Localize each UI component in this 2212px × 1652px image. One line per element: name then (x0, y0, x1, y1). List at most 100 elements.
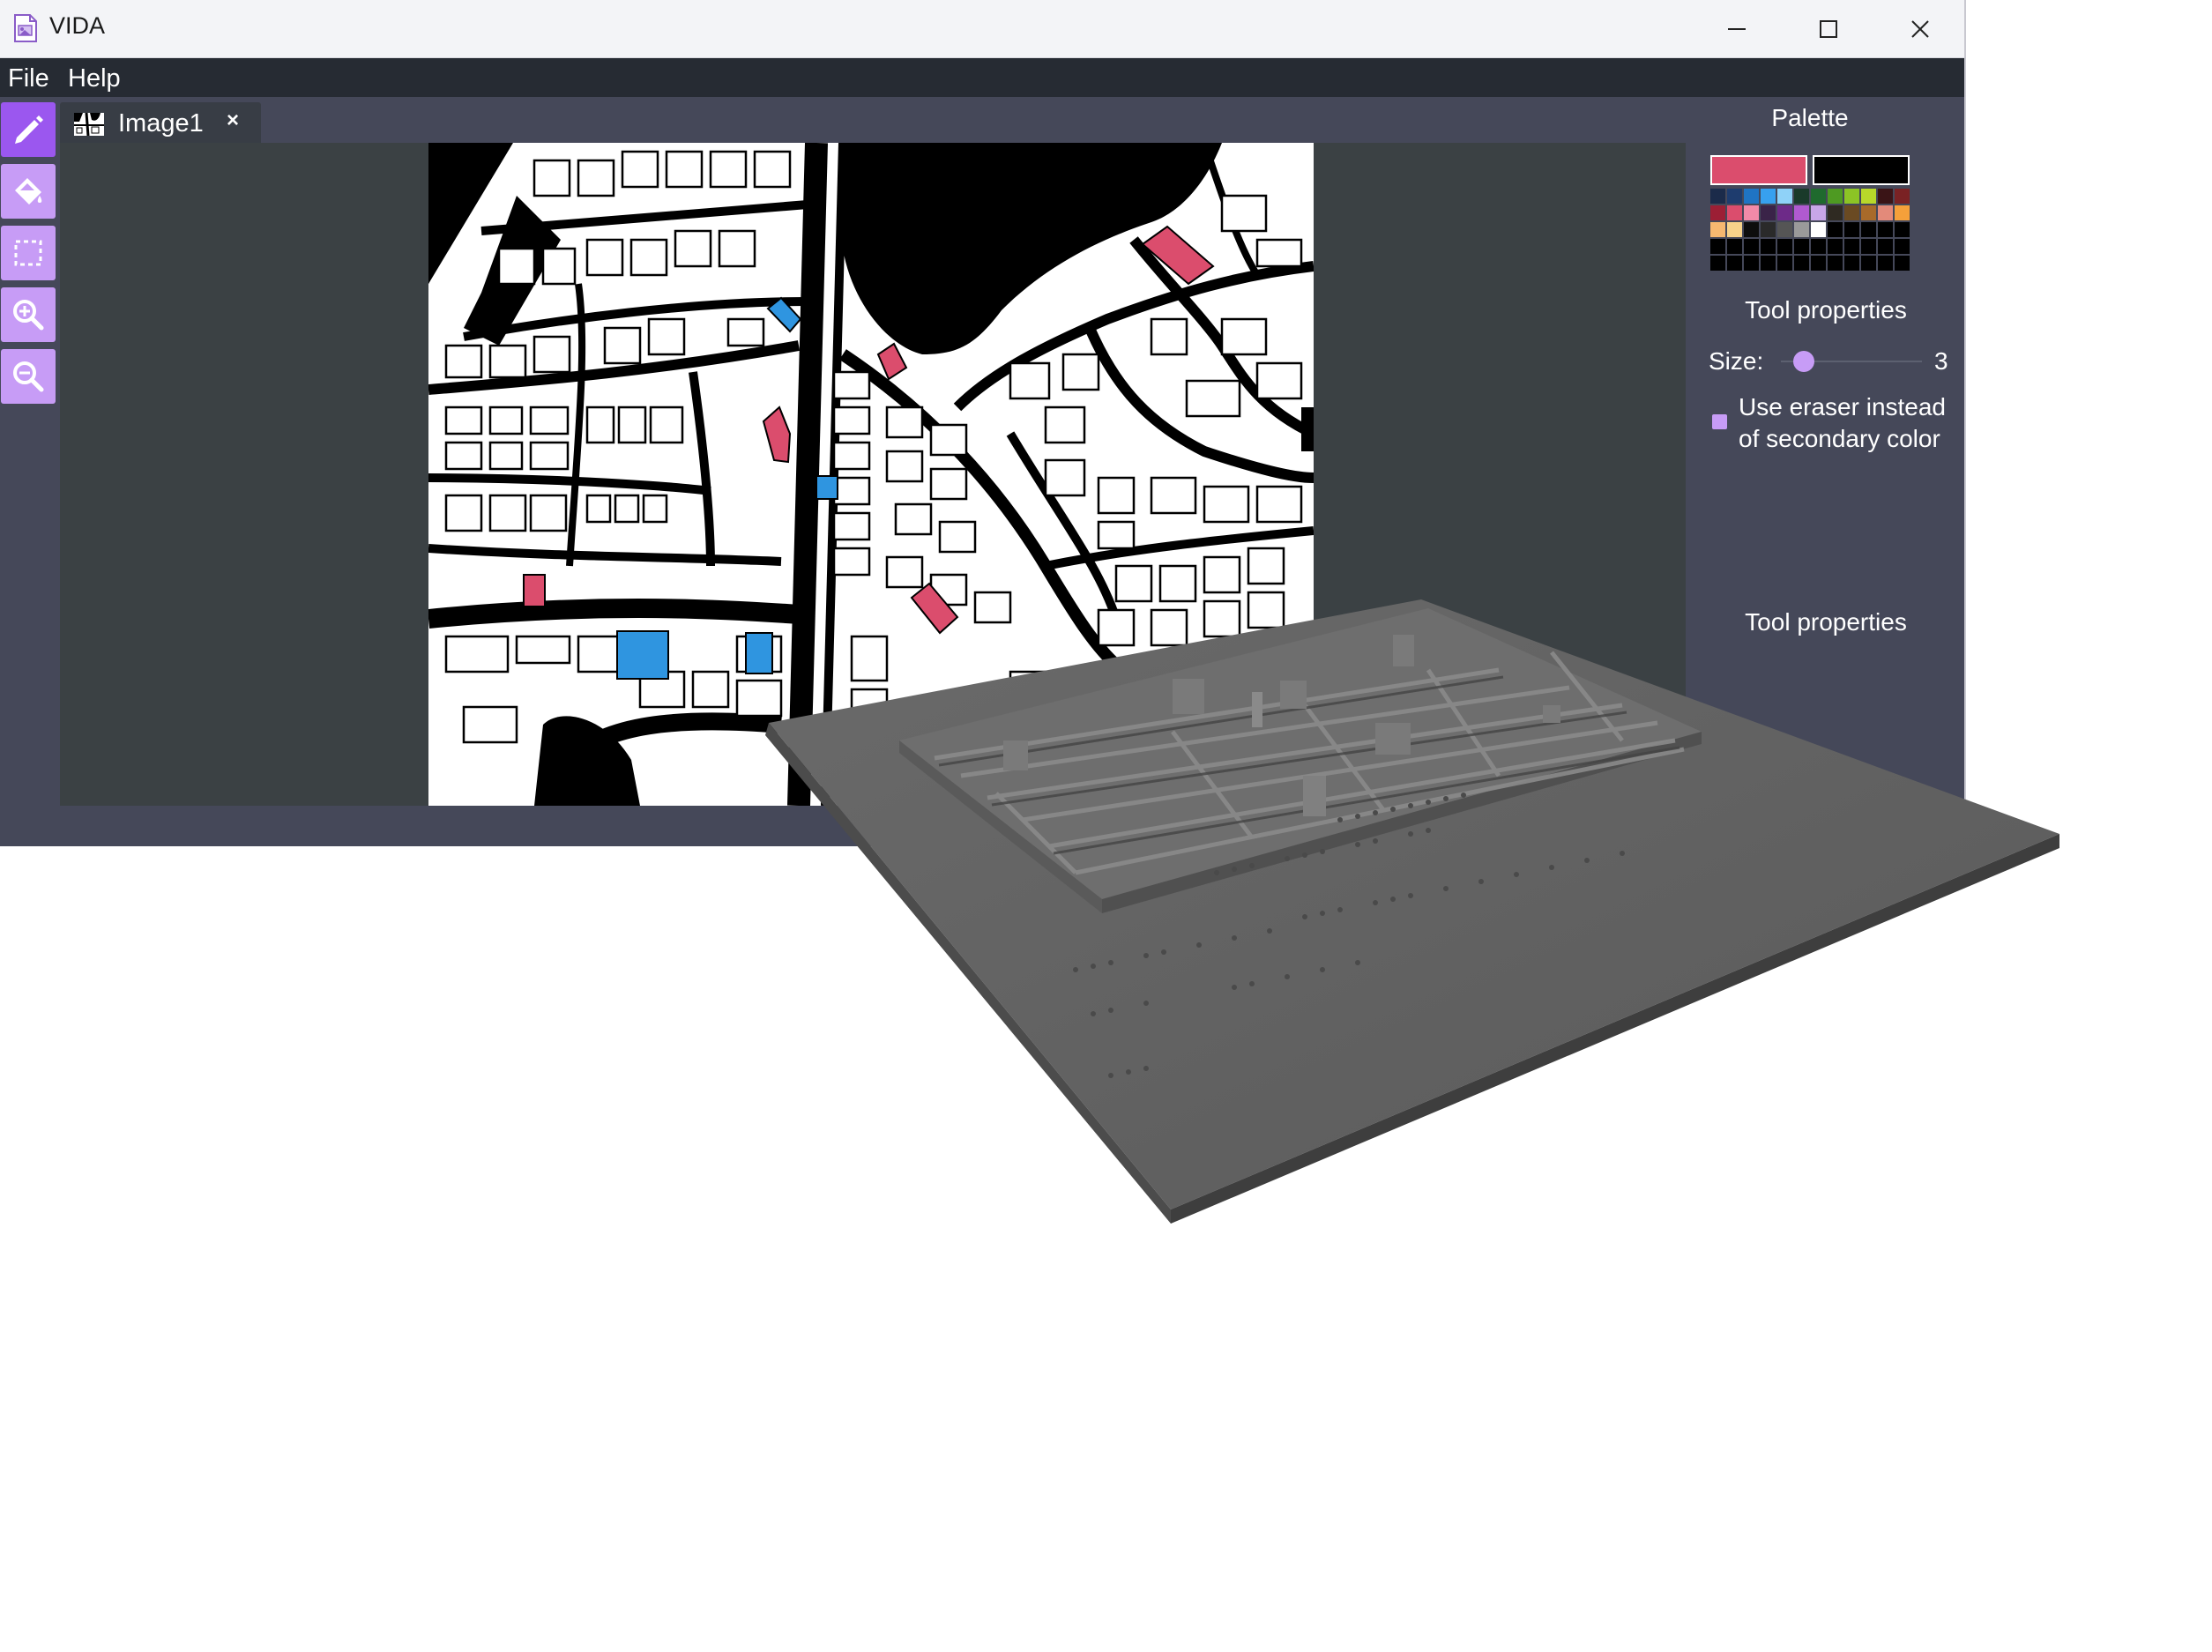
map-thumbnail-icon (74, 113, 104, 136)
palette-swatch[interactable] (1878, 189, 1893, 204)
palette-swatch[interactable] (1861, 205, 1876, 220)
selection-icon (14, 240, 42, 266)
palette-swatch[interactable] (1710, 222, 1725, 237)
palette-swatch[interactable] (1744, 205, 1759, 220)
palette-swatch[interactable] (1727, 239, 1742, 254)
image-file-icon (14, 14, 37, 42)
menu-file[interactable]: File (8, 58, 49, 97)
fill-tool-button[interactable] (1, 164, 56, 219)
close-window-button[interactable] (1874, 0, 1966, 58)
palette-swatch[interactable] (1794, 239, 1809, 254)
palette-swatch[interactable] (1828, 256, 1843, 271)
pencil-tool-button[interactable] (1, 102, 56, 157)
palette-swatch[interactable] (1761, 222, 1776, 237)
palette-swatch[interactable] (1744, 256, 1759, 271)
palette-swatch[interactable] (1895, 239, 1910, 254)
map-drawing-canvas[interactable] (428, 143, 1314, 806)
palette-swatch[interactable] (1761, 239, 1776, 254)
menu-bar: File Help (0, 58, 1964, 97)
palette-swatch[interactable] (1844, 256, 1859, 271)
maximize-button[interactable] (1783, 0, 1874, 58)
palette-swatch[interactable] (1777, 189, 1792, 204)
palette-heading: Palette (1771, 104, 1849, 131)
palette-grid (1710, 189, 1910, 271)
palette-swatch[interactable] (1777, 205, 1792, 220)
palette-swatch[interactable] (1777, 239, 1792, 254)
palette-swatch[interactable] (1777, 256, 1792, 271)
size-value: 3 (1934, 347, 1948, 375)
palette-swatch[interactable] (1844, 189, 1859, 204)
palette-swatch[interactable] (1844, 205, 1859, 220)
palette-swatch[interactable] (1861, 222, 1876, 237)
maximize-icon (1820, 20, 1837, 38)
size-slider-thumb[interactable] (1793, 351, 1814, 372)
palette-swatch[interactable] (1844, 222, 1859, 237)
palette-swatch[interactable] (1828, 239, 1843, 254)
palette-swatch[interactable] (1744, 239, 1759, 254)
palette-swatch[interactable] (1828, 205, 1843, 220)
palette-swatch[interactable] (1794, 205, 1809, 220)
palette-swatch[interactable] (1828, 189, 1843, 204)
palette-swatch[interactable] (1895, 189, 1910, 204)
zoom-in-tool-button[interactable] (1, 287, 56, 342)
side-panel: Palette Tool properties Size: 3 Use eras… (1686, 97, 1966, 846)
menu-help[interactable]: Help (68, 58, 121, 97)
palette-swatch[interactable] (1878, 222, 1893, 237)
close-icon (1911, 20, 1929, 38)
secondary-color-swatch[interactable] (1813, 155, 1910, 185)
minimize-button[interactable] (1691, 0, 1783, 58)
palette-swatch[interactable] (1811, 222, 1826, 237)
select-tool-button[interactable] (1, 226, 56, 280)
palette-swatch[interactable] (1811, 189, 1826, 204)
minimize-icon (1728, 28, 1746, 30)
palette-swatch[interactable] (1794, 256, 1809, 271)
palette-swatch[interactable] (1861, 256, 1876, 271)
palette-swatch[interactable] (1895, 222, 1910, 237)
palette-swatch[interactable] (1878, 256, 1893, 271)
palette-swatch[interactable] (1811, 256, 1826, 271)
palette-swatch[interactable] (1744, 222, 1759, 237)
canvas-area[interactable] (60, 143, 1686, 806)
title-bar[interactable]: VIDA (0, 0, 1964, 58)
palette-swatch[interactable] (1710, 256, 1725, 271)
window-title: VIDA (49, 12, 106, 39)
palette-swatch[interactable] (1811, 239, 1826, 254)
primary-color-swatch[interactable] (1710, 155, 1807, 185)
palette-swatch[interactable] (1727, 256, 1742, 271)
palette-swatch[interactable] (1794, 222, 1809, 237)
palette-swatch[interactable] (1895, 256, 1910, 271)
palette-swatch[interactable] (1761, 189, 1776, 204)
palette-swatch[interactable] (1744, 189, 1759, 204)
palette-swatch[interactable] (1710, 189, 1725, 204)
palette-swatch[interactable] (1777, 222, 1792, 237)
palette-swatch[interactable] (1878, 239, 1893, 254)
paint-bucket-icon (15, 178, 42, 205)
tool-properties-heading: Tool properties (1745, 296, 1907, 324)
zoom-in-icon (13, 300, 44, 331)
eraser-option-label: Use eraser instead of secondary color (1739, 393, 1947, 452)
palette-swatch[interactable] (1710, 205, 1725, 220)
palette-swatch[interactable] (1895, 205, 1910, 220)
tab-close-button[interactable]: × (227, 108, 239, 133)
zoom-out-tool-button[interactable] (1, 349, 56, 404)
palette-swatch[interactable] (1761, 256, 1776, 271)
eraser-checkbox[interactable] (1712, 414, 1727, 429)
palette-swatch[interactable] (1761, 205, 1776, 220)
palette-swatch[interactable] (1844, 239, 1859, 254)
palette-swatch[interactable] (1878, 205, 1893, 220)
size-slider[interactable] (1781, 347, 1922, 374)
palette-swatch[interactable] (1794, 189, 1809, 204)
palette-swatch[interactable] (1861, 189, 1876, 204)
palette-swatch[interactable] (1828, 222, 1843, 237)
palette-swatch[interactable] (1727, 205, 1742, 220)
tab-label: Image1 (118, 109, 204, 138)
tool-properties-heading-secondary: Tool properties (1745, 608, 1907, 636)
palette-swatch[interactable] (1727, 222, 1742, 237)
palette-swatch[interactable] (1861, 239, 1876, 254)
palette-swatch[interactable] (1710, 239, 1725, 254)
vida-app-window: VIDA File Help Image1 × Palette Tool pro… (0, 0, 1966, 846)
tab-image1[interactable]: Image1 × (60, 102, 261, 146)
zoom-out-icon (13, 361, 44, 392)
palette-swatch[interactable] (1727, 189, 1742, 204)
palette-swatch[interactable] (1811, 205, 1826, 220)
